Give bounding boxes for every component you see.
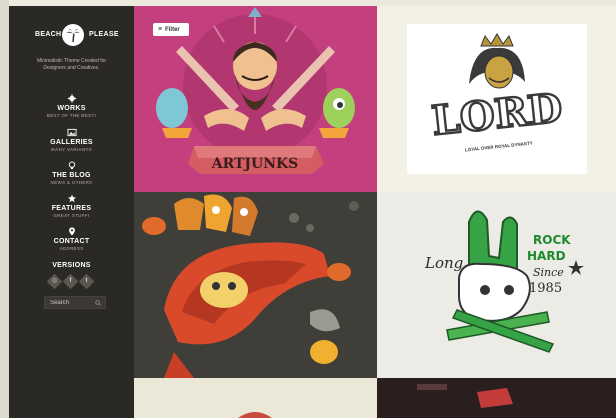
bulb-icon — [68, 161, 75, 170]
nav-label: WORKS — [57, 105, 86, 112]
year-text: 1985 — [529, 281, 562, 296]
pin-icon — [68, 227, 75, 236]
portfolio-tile-partial-right[interactable] — [377, 378, 616, 418]
nav-sublabel: BEST OF THE BEST! — [46, 113, 97, 118]
since-text: Since — [533, 266, 564, 279]
nav-item-features[interactable]: FEATURES GREAT STUFF! — [9, 194, 134, 218]
search-box — [44, 296, 106, 309]
rock-hard-illustration: Long ROCK HARD Since 1985 — [377, 192, 616, 378]
monster-car-illustration — [134, 192, 377, 378]
search-icon[interactable] — [95, 300, 101, 306]
partial-dark-illustration — [377, 378, 616, 418]
sidebar: BEACH PLEASE Minimalistic Theme Created … — [9, 6, 134, 418]
nav-item-versions[interactable]: VERSIONS — [9, 260, 134, 269]
dribbble-icon[interactable]: ◎ — [46, 273, 63, 290]
tagline: Minimalistic Theme Created for Designers… — [21, 58, 122, 72]
nav-label: VERSIONS — [52, 262, 91, 269]
search-input[interactable] — [50, 299, 96, 306]
image-icon — [67, 128, 76, 137]
facebook-icon[interactable]: f — [62, 273, 79, 290]
nav-label: CONTACT — [53, 238, 90, 245]
nav-sublabel: ADDRESS — [59, 246, 84, 251]
lord-logo-illustration: LORD LOYAL OVER ROYAL DYNASTY — [407, 24, 587, 174]
nav-label: THE BLOG — [52, 172, 91, 179]
social-links: ◎ f t — [46, 273, 95, 290]
nav-item-blog[interactable]: THE BLOG NEWS & OTHERS — [9, 161, 134, 185]
nav-sublabel: GREAT STUFF! — [53, 213, 90, 218]
scroll-up-arrow-icon[interactable] — [248, 7, 262, 17]
gear-icon — [67, 94, 76, 103]
palm-tree-logo-icon — [62, 24, 84, 46]
twitter-icon[interactable]: t — [78, 273, 95, 290]
nav-sublabel: NEWS & OTHERS — [50, 180, 93, 185]
long-text: Long — [424, 254, 463, 272]
nav-label: GALLERIES — [50, 139, 93, 146]
brand-left-text: BEACH — [35, 31, 62, 38]
menu-icon: ≡ — [158, 26, 163, 33]
portfolio-tile-monster-car[interactable] — [134, 192, 377, 378]
hard-text: HARD — [527, 249, 566, 263]
brand[interactable]: BEACH PLEASE — [9, 24, 134, 46]
filter-label: Filter — [165, 26, 180, 33]
brand-right-text: PLEASE — [89, 31, 119, 38]
nav-item-contact[interactable]: CONTACT ADDRESS — [9, 227, 134, 251]
nav-sublabel: MANY VARIANTS — [51, 147, 92, 152]
star-icon — [67, 194, 76, 203]
left-frame — [0, 0, 9, 418]
nav-item-galleries[interactable]: GALLERIES MANY VARIANTS — [9, 128, 134, 152]
artjunks-banner-text: ARTJUNKS — [211, 156, 299, 172]
nav-item-works[interactable]: WORKS BEST OF THE BEST! — [9, 94, 134, 118]
nav-label: FEATURES — [51, 205, 92, 212]
tagline-line: Minimalistic Theme Created for — [36, 58, 107, 64]
portfolio-tile-rock-hard[interactable]: Long ROCK HARD Since 1985 — [377, 192, 616, 378]
filter-button[interactable]: ≡ Filter — [153, 23, 189, 36]
portfolio-tile-lord[interactable]: LORD LOYAL OVER ROYAL DYNASTY — [377, 6, 616, 192]
portfolio-tile-partial-left[interactable] — [134, 378, 377, 418]
partial-illustration — [238, 412, 272, 418]
tagline-line: Designers and Creatives. — [43, 65, 100, 71]
rock-text: ROCK — [533, 233, 571, 247]
